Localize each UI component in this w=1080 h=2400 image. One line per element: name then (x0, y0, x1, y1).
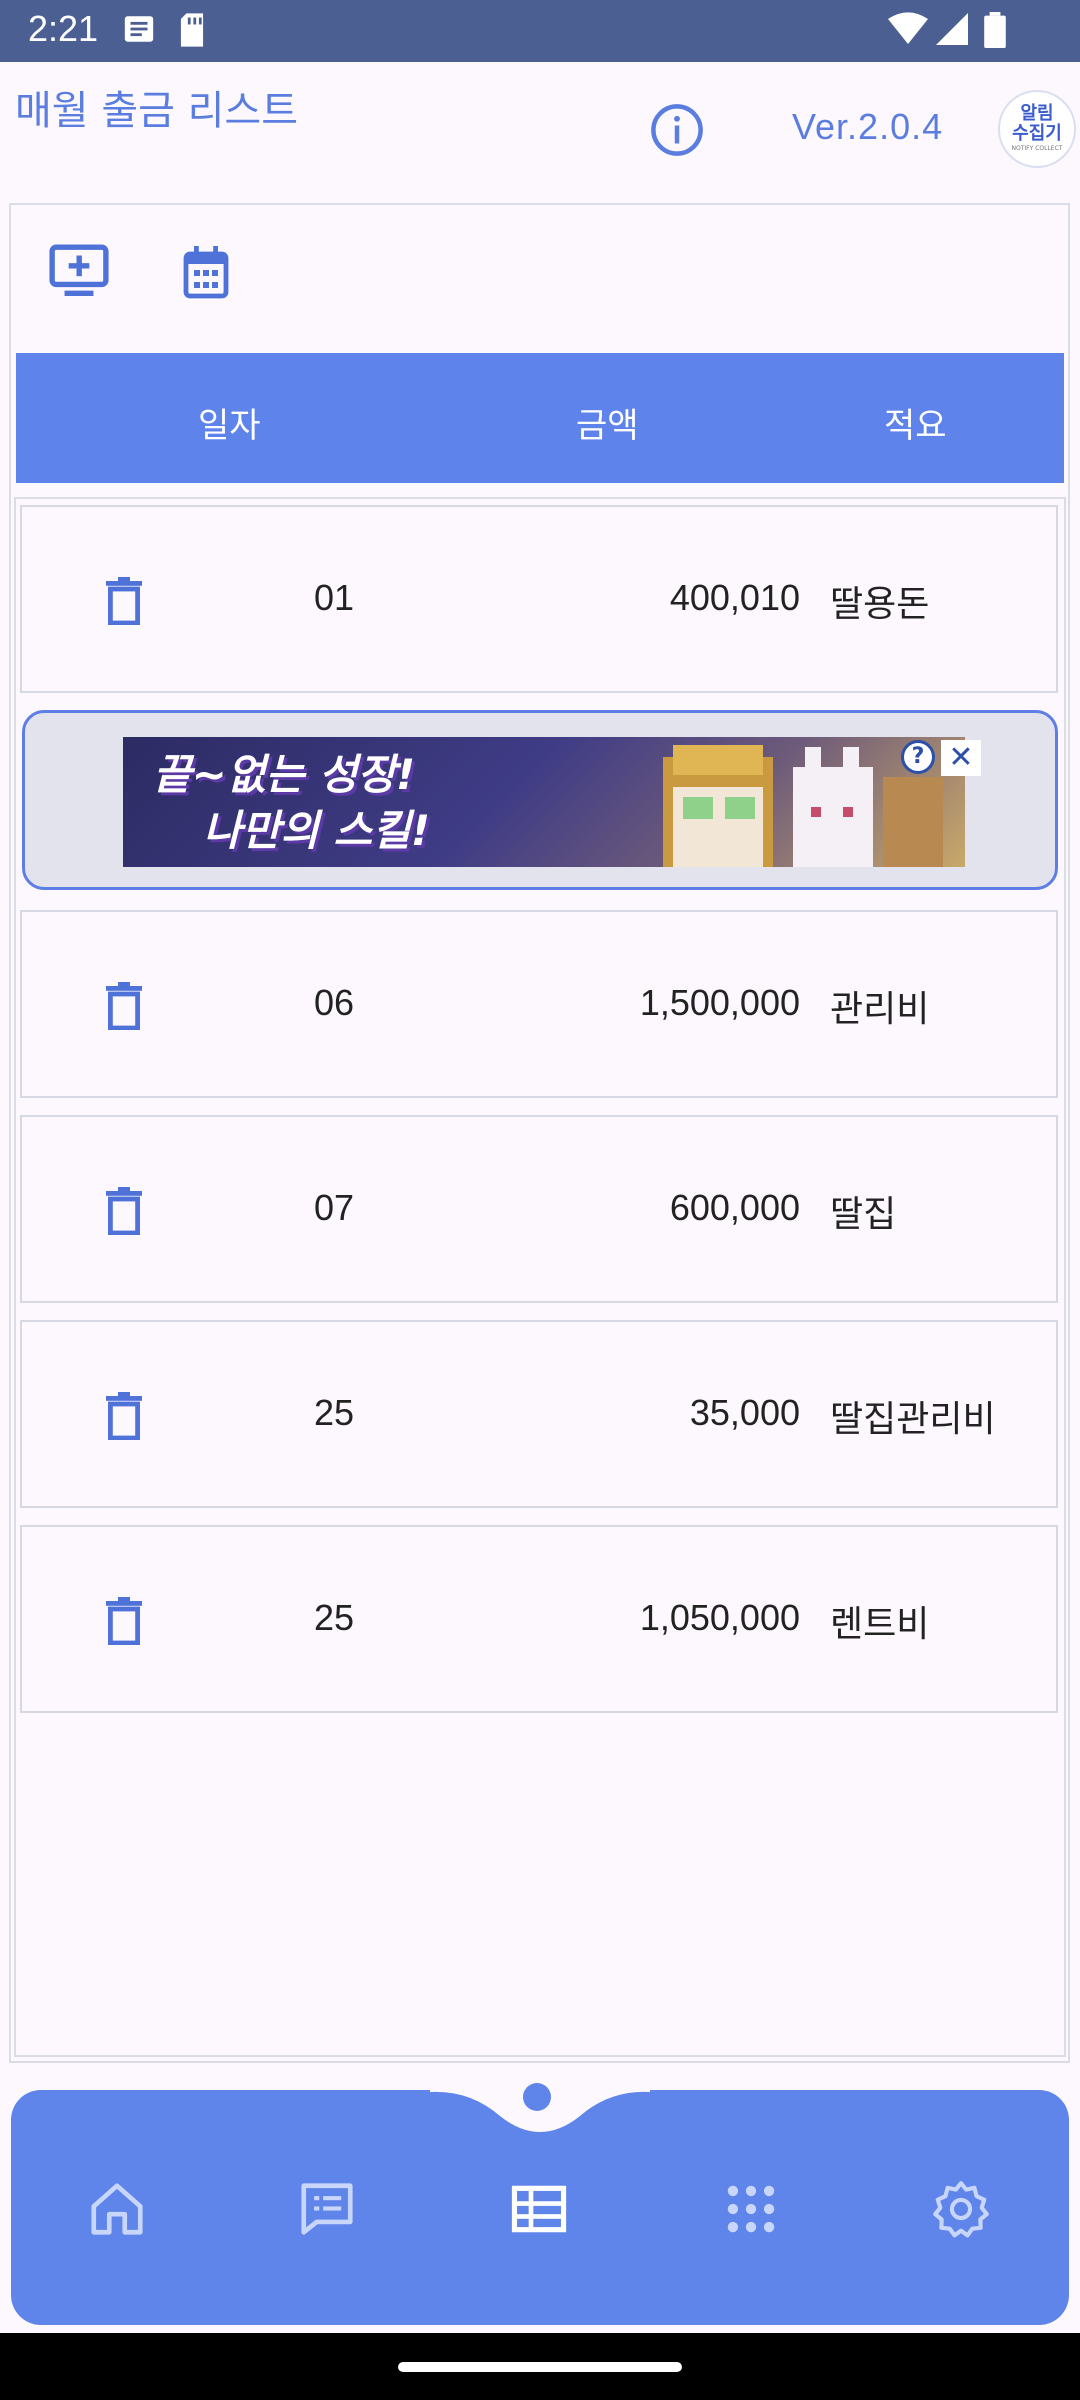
ad-info-button[interactable]: ? (901, 740, 935, 774)
battery-icon (984, 12, 1006, 48)
table-row[interactable]: 06 1,500,000 관리비 (20, 910, 1058, 1098)
trash-icon[interactable] (104, 1187, 144, 1235)
row-amount: 35,000 (689, 1392, 800, 1433)
signal-icon (936, 13, 968, 45)
ad-character-illustration (663, 745, 943, 867)
list-table-icon[interactable] (508, 2178, 570, 2240)
table-row[interactable]: 25 1,050,000 렌트비 (20, 1525, 1058, 1713)
column-header-amount: 금액 (576, 406, 639, 446)
row-amount: 1,500,000 (639, 982, 800, 1023)
home-gesture-handle[interactable] (398, 2362, 682, 2372)
info-icon[interactable] (650, 103, 704, 157)
trash-icon[interactable] (104, 1392, 144, 1440)
table-row[interactable]: 01 400,010 딸용돈 (20, 505, 1058, 693)
row-day: 07 (314, 1187, 355, 1228)
row-memo: 딸집관리비 (830, 1399, 996, 1440)
wifi-icon (888, 12, 928, 45)
trash-icon[interactable] (104, 982, 144, 1030)
row-memo: 관리비 (830, 989, 930, 1030)
messages-icon[interactable] (296, 2178, 358, 2240)
ad-container: 끝~없는 성장! 나만의 스킬! ? ✕ (22, 710, 1058, 890)
row-amount: 600,000 (669, 1187, 800, 1228)
apps-grid-icon[interactable] (720, 2178, 782, 2240)
column-header-date: 일자 (198, 406, 261, 446)
row-day: 06 (314, 982, 355, 1023)
status-bar: 2:21 (0, 0, 1080, 62)
home-icon[interactable] (86, 2178, 148, 2240)
row-day: 25 (314, 1597, 355, 1638)
sd-card-icon (180, 13, 204, 47)
table-row[interactable]: 07 600,000 딸집 (20, 1115, 1058, 1303)
ad-close-button[interactable]: ✕ (941, 740, 981, 776)
version-label: Ver.2.0.4 (792, 106, 944, 147)
ad-headline-2: 나만의 스킬! (203, 806, 430, 855)
table-header: 일자 금액 적요 (16, 353, 1064, 483)
row-amount: 400,010 (669, 577, 800, 618)
row-day: 01 (314, 577, 355, 618)
table-row[interactable]: 25 35,000 딸집관리비 (20, 1320, 1058, 1508)
page-title: 매월 출금 리스트 (15, 88, 299, 134)
trash-icon[interactable] (104, 577, 144, 625)
column-header-memo: 적요 (884, 406, 947, 446)
status-time: 2:21 (28, 8, 99, 49)
trash-icon[interactable] (104, 1597, 144, 1645)
add-entry-button[interactable] (48, 243, 110, 299)
ad-banner[interactable]: 끝~없는 성장! 나만의 스킬! (123, 737, 965, 867)
row-day: 25 (314, 1392, 355, 1433)
row-amount: 1,050,000 (639, 1597, 800, 1638)
settings-gear-icon[interactable] (930, 2178, 992, 2240)
app-logo[interactable]: 알림 수집기 NOTIFY COLLECT (998, 90, 1076, 168)
row-memo: 딸집 (830, 1194, 897, 1235)
notification-icon (124, 16, 154, 42)
row-memo: 렌트비 (830, 1604, 930, 1645)
active-indicator-dot (523, 2083, 551, 2111)
calendar-icon[interactable] (182, 243, 230, 301)
row-memo: 딸용돈 (830, 584, 930, 625)
ad-headline-1: 끝~없는 성장! (153, 750, 416, 799)
